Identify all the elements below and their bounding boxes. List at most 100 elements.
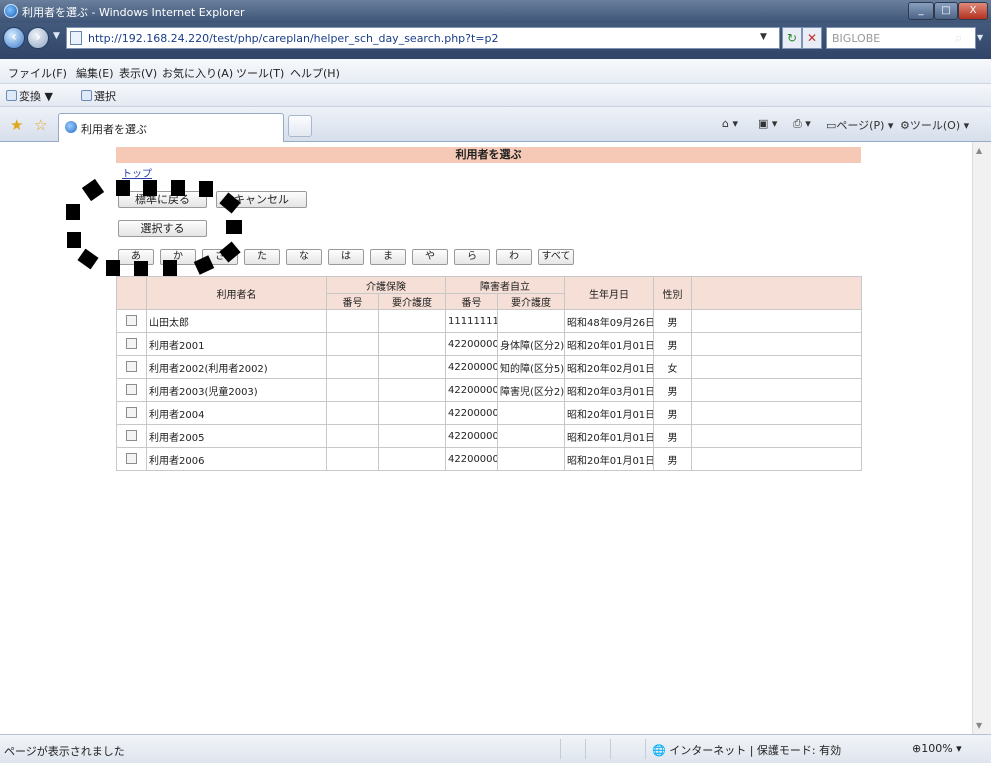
scroll-up-icon[interactable]: ▲ (976, 146, 982, 155)
search-input[interactable]: BIGLOBE (826, 27, 976, 49)
cell-birthdate: 昭和20年02月01日 (564, 355, 654, 379)
convert-button[interactable]: 変換 ▼ (6, 88, 53, 104)
cell-dis-number: 4220000006 (445, 447, 498, 471)
row-checkbox[interactable] (126, 384, 137, 396)
cell-dis-number: 4220000005 (445, 424, 498, 448)
scroll-down-icon[interactable]: ▼ (976, 721, 982, 730)
row-checkbox[interactable] (126, 361, 137, 373)
kana-filter-ta[interactable]: た (244, 249, 280, 265)
tab-current[interactable]: 利用者を選ぶ (58, 113, 284, 142)
cell-sex: 男 (653, 309, 692, 333)
zoom-control[interactable]: ⊕100% ▾ (912, 742, 962, 755)
cell-blank (691, 309, 862, 333)
new-tab-button[interactable] (288, 115, 312, 137)
select-button[interactable]: 選択する (118, 220, 207, 237)
cell-sex: 男 (653, 332, 692, 356)
row-checkbox[interactable] (126, 407, 137, 419)
add-favorite-icon[interactable]: ☆ (34, 116, 47, 134)
cell-name: 利用者2003(児童2003) (146, 378, 327, 402)
back-to-standard-button[interactable]: 標準に戻る (118, 191, 207, 208)
favorites-star-icon[interactable]: ★ (10, 116, 23, 134)
search-placeholder: BIGLOBE (832, 32, 881, 45)
page-menu-label: ページ(P) (836, 119, 885, 132)
convert-icon (6, 90, 17, 101)
cell-birthdate: 昭和20年01月01日 (564, 447, 654, 471)
row-checkbox[interactable] (126, 453, 137, 465)
header-dis-number: 番号 (445, 293, 498, 310)
cell-dis-level (497, 401, 565, 425)
menu-tools[interactable]: ツール(T) (236, 65, 284, 81)
feeds-icon[interactable]: ▣ ▾ (758, 117, 777, 130)
user-table: 利用者名 介護保険 障害者自立 生年月日 性別 番号 要介護度 番号 要介護度 (116, 276, 862, 471)
cell-dis-number: 4220000002 (445, 355, 498, 379)
address-input[interactable]: http://192.168.24.220/test/php/careplan/… (66, 27, 780, 49)
header-blank (691, 276, 862, 310)
cell-sex: 女 (653, 355, 692, 379)
cell-ins-level (378, 447, 446, 471)
cell-birthdate: 昭和48年09月26日 (564, 309, 654, 333)
history-dropdown-icon[interactable]: ▼ (53, 31, 60, 41)
cell-dis-number: 4220000004 (445, 401, 498, 425)
menu-bar: ファイル(F) 編集(E) 表示(V) お気に入り(A) ツール(T) ヘルプ(… (0, 59, 991, 84)
menu-edit[interactable]: 編集(E) (76, 65, 114, 81)
vertical-scrollbar[interactable]: ▲ ▼ (972, 142, 991, 734)
cell-sex: 男 (653, 378, 692, 402)
select-label: 選択 (94, 90, 116, 103)
close-button[interactable]: X (958, 2, 988, 20)
print-icon[interactable]: ⎙ ▾ (793, 117, 811, 131)
cell-sex: 男 (653, 401, 692, 425)
kana-filter-ma[interactable]: ま (370, 249, 406, 265)
cell-name: 山田太郎 (146, 309, 327, 333)
cell-dis-level (497, 309, 565, 333)
url-text: http://192.168.24.220/test/php/careplan/… (88, 32, 499, 45)
search-options-icon[interactable]: ▼ (977, 33, 983, 42)
status-bar: ページが表示されました 🌐 インターネット | 保護モード: 有効 ⊕100% … (0, 734, 991, 763)
cell-dis-number: 4220000003 (445, 378, 498, 402)
kana-filter-all[interactable]: すべて (538, 249, 574, 265)
home-icon[interactable]: ⌂ ▾ (722, 117, 738, 130)
menu-help[interactable]: ヘルプ(H) (290, 65, 340, 81)
chevron-down-icon[interactable]: ▼ (760, 32, 767, 42)
header-dis-level: 要介護度 (497, 293, 565, 310)
menu-view[interactable]: 表示(V) (119, 65, 157, 81)
stop-icon[interactable]: ✕ (802, 27, 822, 49)
row-checkbox[interactable] (126, 338, 137, 350)
row-checkbox[interactable] (126, 315, 137, 327)
minimize-button[interactable]: _ (908, 2, 934, 20)
cell-sex: 男 (653, 447, 692, 471)
cell-name: 利用者2002(利用者2002) (146, 355, 327, 379)
cell-name: 利用者2001 (146, 332, 327, 356)
tab-bar: ★ ☆ 利用者を選ぶ ⌂ ▾ ▣ ▾ ⎙ ▾ ▭ページ(P) ▾ ⚙ツール(O)… (0, 107, 991, 142)
kana-filter-ra[interactable]: ら (454, 249, 490, 265)
back-button[interactable]: ‹ (3, 27, 25, 49)
tools-menu-button[interactable]: ⚙ツール(O) ▾ (900, 117, 969, 133)
kana-filter-wa[interactable]: わ (496, 249, 532, 265)
maximize-button[interactable]: □ (934, 2, 958, 20)
zoom-label: 100% (921, 742, 953, 755)
cell-blank (691, 447, 862, 471)
kana-filter-na[interactable]: な (286, 249, 322, 265)
cell-dis-level: 知的障(区分5) (497, 355, 565, 379)
security-zone[interactable]: 🌐 インターネット | 保護モード: 有効 (652, 742, 841, 758)
header-name: 利用者名 (146, 276, 327, 310)
page-menu-button[interactable]: ▭ページ(P) ▾ (826, 117, 893, 133)
cell-name: 利用者2006 (146, 447, 327, 471)
kana-filter-ha[interactable]: は (328, 249, 364, 265)
row-checkbox[interactable] (126, 430, 137, 442)
forward-button[interactable]: › (27, 27, 49, 49)
cell-blank (691, 401, 862, 425)
title-bar: 利用者を選ぶ - Windows Internet Explorer _ □ X (0, 0, 991, 23)
page-icon (70, 31, 82, 45)
search-icon[interactable]: ⌕ (955, 31, 962, 46)
refresh-icon[interactable]: ↻ (782, 27, 802, 49)
menu-file[interactable]: ファイル(F) (8, 65, 67, 81)
select-tool-button[interactable]: 選択 (81, 88, 116, 104)
kana-filter-ya[interactable]: や (412, 249, 448, 265)
page-title: 利用者を選ぶ (116, 147, 861, 163)
cell-dis-level: 障害児(区分2) (497, 378, 565, 402)
cell-ins-level (378, 332, 446, 356)
top-link[interactable]: トップ (122, 165, 152, 180)
table-row: 利用者2003(児童2003) 4220000003 障害児(区分2) 昭和20… (116, 378, 862, 402)
cell-dis-level (497, 447, 565, 471)
menu-favorites[interactable]: お気に入り(A) (162, 65, 233, 81)
